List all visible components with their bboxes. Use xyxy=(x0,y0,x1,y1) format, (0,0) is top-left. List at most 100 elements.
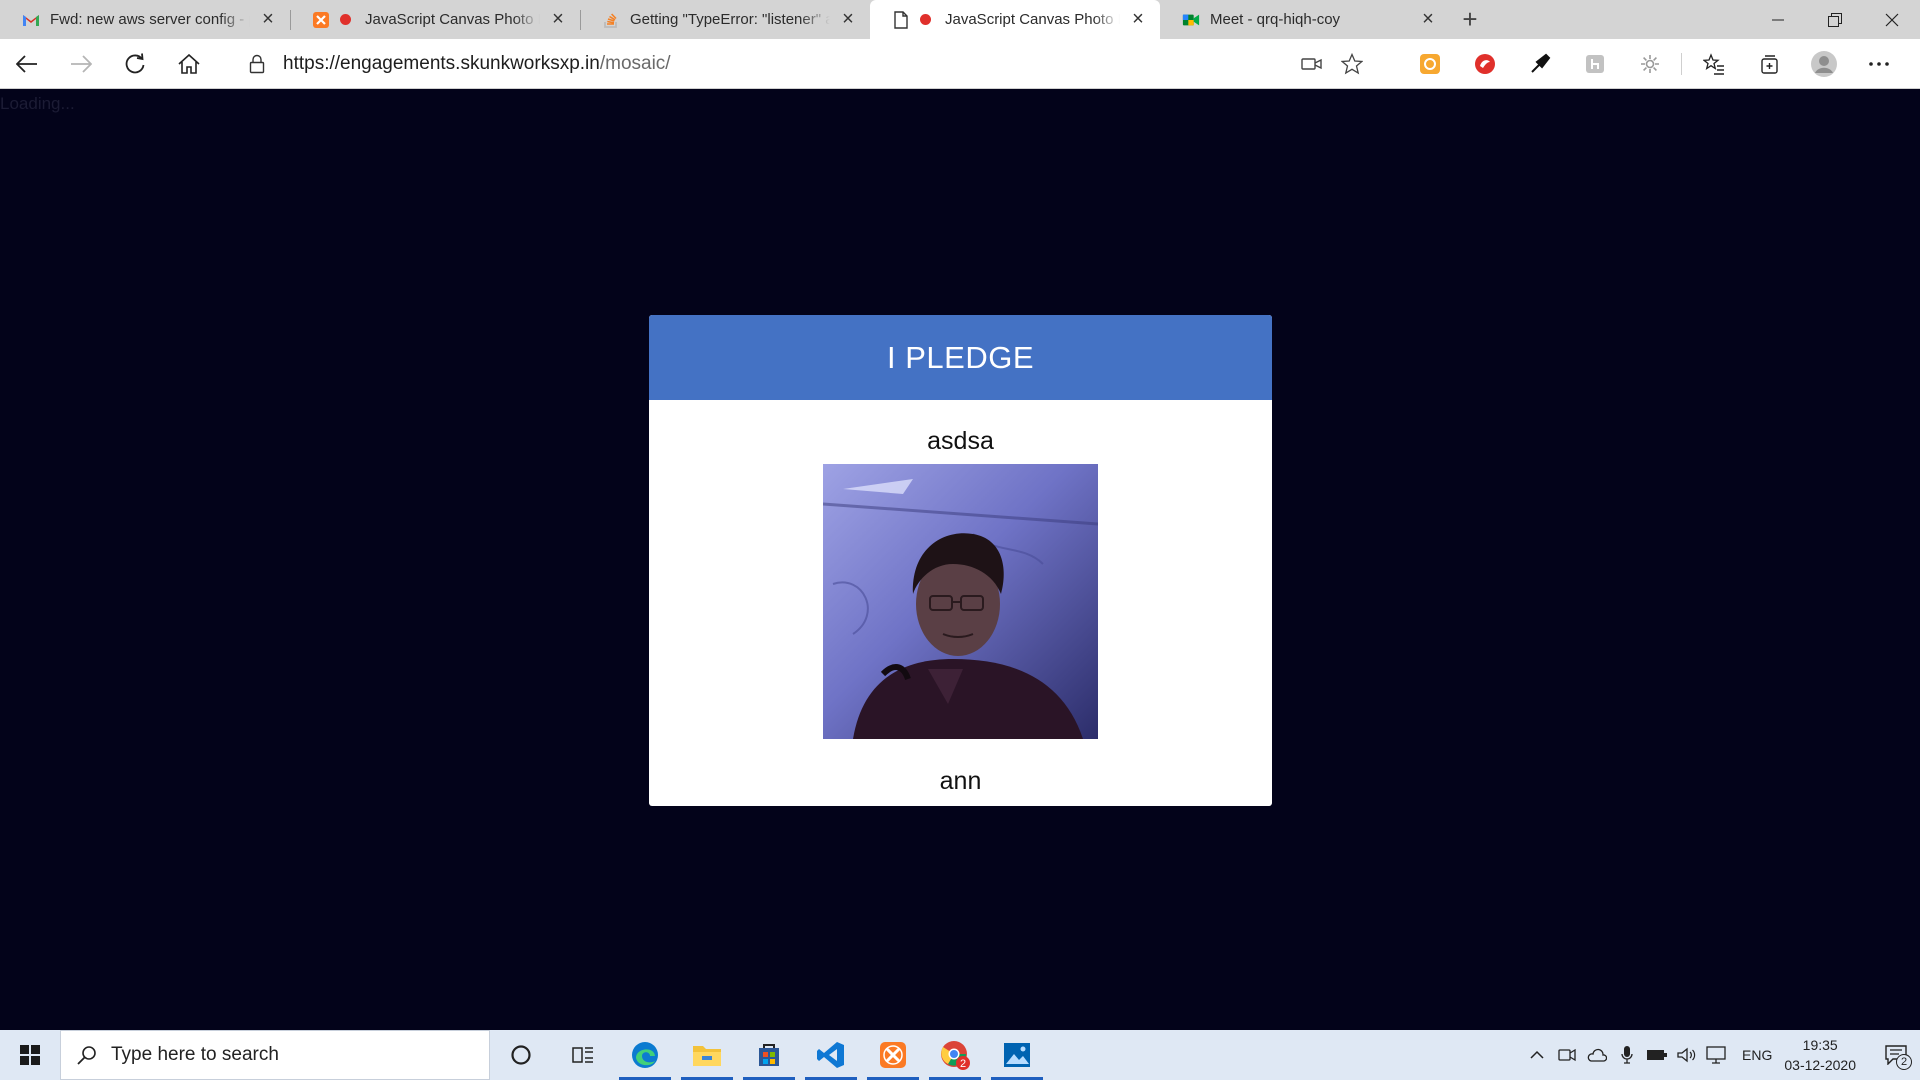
network-icon[interactable] xyxy=(1702,1030,1732,1080)
taskbar-xampp[interactable] xyxy=(862,1030,924,1080)
pledge-card-header: I PLEDGE xyxy=(649,315,1272,400)
taskbar-search[interactable]: Type here to search xyxy=(60,1030,490,1080)
url-path: /mosaic/ xyxy=(599,52,671,74)
url-host: https://engagements.skunkworksxp.in xyxy=(283,52,600,74)
profile-avatar-icon[interactable] xyxy=(1796,39,1851,89)
chevron-up-icon xyxy=(1530,1050,1544,1059)
system-tray: ENG 19:35 03-12-2020 2 xyxy=(1522,1030,1920,1080)
minimize-button[interactable] xyxy=(1749,0,1806,39)
pledge-photo xyxy=(823,464,1098,739)
minimize-icon xyxy=(1771,19,1784,20)
window-controls xyxy=(1749,0,1920,39)
extension-brush-icon[interactable] xyxy=(1512,39,1567,89)
back-arrow-icon xyxy=(16,54,37,73)
restore-icon xyxy=(1827,12,1842,27)
tab-meet[interactable]: Meet - qrq-hiqh-coy × xyxy=(1160,0,1450,39)
close-icon[interactable]: × xyxy=(1128,8,1148,30)
page-content: Loading... I PLEDGE asdsa ann xyxy=(0,90,1920,1030)
tab-title: JavaScript Canvas Photo Mosaic xyxy=(365,11,540,28)
home-icon xyxy=(178,53,200,74)
extension-orange-icon[interactable] xyxy=(1402,39,1457,89)
tab-mosaic-1[interactable]: JavaScript Canvas Photo Mosaic × xyxy=(290,0,580,39)
task-view-icon xyxy=(572,1047,593,1063)
taskbar-file-explorer[interactable] xyxy=(676,1030,738,1080)
page-icon xyxy=(892,10,910,29)
search-icon xyxy=(77,1046,96,1065)
clock-date: 03-12-2020 xyxy=(1784,1057,1856,1073)
tab-gmail[interactable]: Fwd: new aws server config - pra × xyxy=(0,0,290,39)
action-center-button[interactable]: 2 xyxy=(1872,1030,1920,1080)
start-button[interactable] xyxy=(0,1030,60,1080)
settings-more-icon[interactable] xyxy=(1851,39,1906,89)
onedrive-icon[interactable] xyxy=(1582,1030,1612,1080)
close-icon[interactable]: × xyxy=(1418,8,1438,30)
tab-title: Fwd: new aws server config - pra xyxy=(50,11,250,28)
close-window-button[interactable] xyxy=(1863,0,1920,39)
cortana-icon xyxy=(511,1045,531,1065)
collections-icon[interactable] xyxy=(1741,39,1796,89)
url-text[interactable]: https://engagements.skunkworksxp.in/mosa… xyxy=(283,53,1292,75)
tab-stackoverflow[interactable]: Getting "TypeError: "listener" arg × xyxy=(580,0,870,39)
store-icon xyxy=(759,1044,779,1066)
favorite-star-icon[interactable] xyxy=(1332,45,1372,83)
show-hidden-icons-button[interactable] xyxy=(1522,1030,1552,1080)
tab-title: Meet - qrq-hiqh-coy xyxy=(1210,11,1341,28)
pledge-name: asdsa xyxy=(927,427,994,455)
search-placeholder: Type here to search xyxy=(111,1044,279,1065)
pledge-signature: ann xyxy=(939,767,982,795)
close-icon[interactable]: × xyxy=(838,8,858,30)
taskbar-chrome[interactable]: 2 xyxy=(924,1030,986,1080)
edge-icon xyxy=(632,1042,658,1068)
clock[interactable]: 19:35 03-12-2020 xyxy=(1784,1035,1856,1075)
gmail-icon xyxy=(22,11,40,29)
forward-button[interactable] xyxy=(54,39,108,89)
loading-text: Loading... xyxy=(0,94,75,113)
new-tab-button[interactable]: + xyxy=(1450,0,1490,39)
taskbar-vscode[interactable] xyxy=(800,1030,862,1080)
extension-red-icon[interactable] xyxy=(1457,39,1512,89)
tab-title: JavaScript Canvas Photo Mosaic xyxy=(945,11,1120,28)
task-view-button[interactable] xyxy=(552,1030,614,1080)
extension-grey-icon[interactable] xyxy=(1567,39,1622,89)
vscode-icon xyxy=(817,1042,844,1068)
pledge-title: I PLEDGE xyxy=(887,339,1034,375)
cortana-button[interactable] xyxy=(490,1030,552,1080)
taskbar-store[interactable] xyxy=(738,1030,800,1080)
close-icon[interactable]: × xyxy=(258,8,278,30)
forward-arrow-icon xyxy=(71,54,92,73)
photos-icon xyxy=(1004,1043,1030,1067)
close-icon xyxy=(1885,13,1898,26)
refresh-button[interactable] xyxy=(108,39,162,89)
tab-strip: Fwd: new aws server config - pra × JavaS… xyxy=(0,0,1920,39)
close-icon[interactable]: × xyxy=(548,8,568,30)
home-button[interactable] xyxy=(162,39,216,89)
refresh-icon xyxy=(125,52,145,73)
meet-now-tray-icon[interactable] xyxy=(1552,1030,1582,1080)
clock-time: 19:35 xyxy=(1802,1037,1838,1053)
volume-icon[interactable] xyxy=(1672,1030,1702,1080)
chrome-icon: 2 xyxy=(941,1041,970,1070)
taskbar-edge[interactable] xyxy=(614,1030,676,1080)
recording-indicator xyxy=(920,14,931,25)
battery-icon[interactable] xyxy=(1642,1030,1672,1080)
tab-mosaic-active[interactable]: JavaScript Canvas Photo Mosaic × xyxy=(870,0,1160,39)
back-button[interactable] xyxy=(0,39,54,89)
xampp-icon xyxy=(880,1042,906,1068)
microphone-icon[interactable] xyxy=(1612,1030,1642,1080)
input-language[interactable]: ENG xyxy=(1742,1047,1772,1063)
taskbar-photos[interactable] xyxy=(986,1030,1048,1080)
notification-count: 2 xyxy=(1896,1054,1912,1070)
taskbar: Type here to search 2 ENG 19:35 03-12-20… xyxy=(0,1030,1920,1080)
chrome-badge-count: 2 xyxy=(960,1058,966,1070)
extensions-area xyxy=(1402,39,1906,89)
browser-toolbar: https://engagements.skunkworksxp.in/mosa… xyxy=(0,39,1920,89)
windows-icon xyxy=(20,1045,40,1065)
lock-icon[interactable] xyxy=(245,52,269,76)
pledge-card: I PLEDGE asdsa ann xyxy=(649,315,1272,806)
address-bar[interactable]: https://engagements.skunkworksxp.in/mosa… xyxy=(231,44,1386,83)
favorites-icon[interactable] xyxy=(1686,39,1741,89)
camera-in-use-icon[interactable] xyxy=(1292,45,1332,83)
restore-button[interactable] xyxy=(1806,0,1863,39)
meet-icon xyxy=(1182,11,1200,29)
extension-gear-icon[interactable] xyxy=(1622,39,1677,89)
